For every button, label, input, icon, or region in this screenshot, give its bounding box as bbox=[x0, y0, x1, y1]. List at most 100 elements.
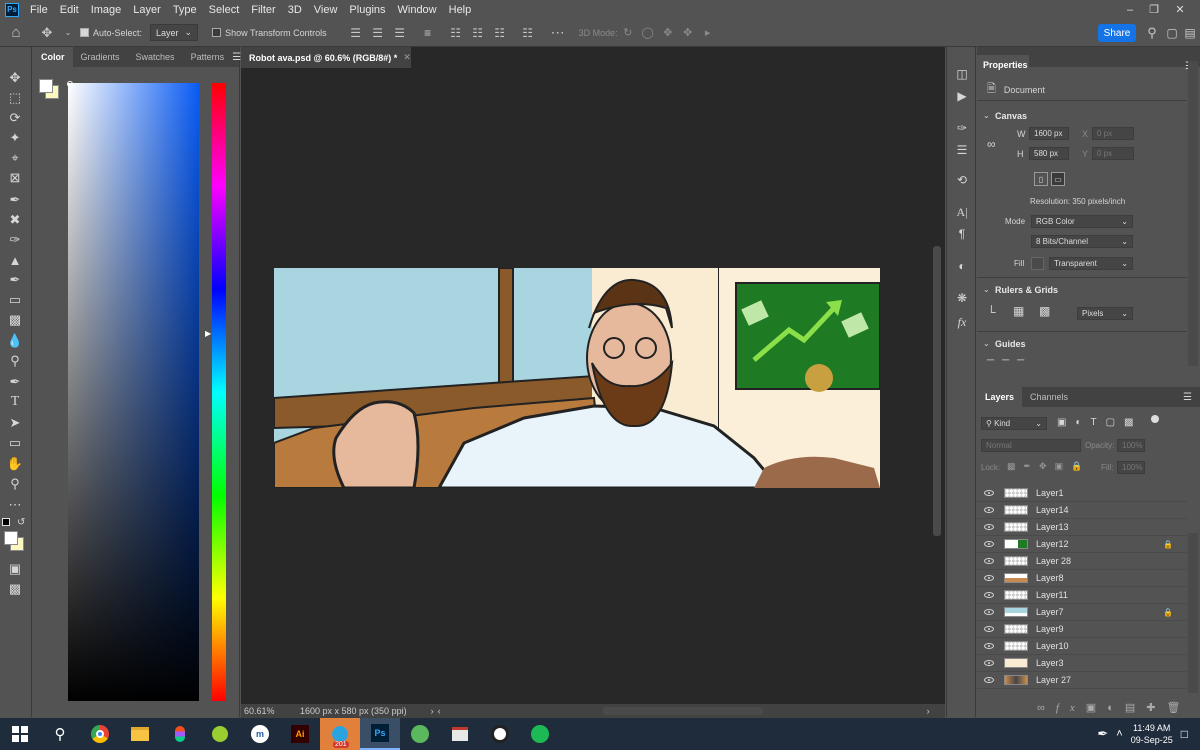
layer-row[interactable]: Layer8 bbox=[977, 570, 1187, 587]
search-icon[interactable]: ⚲ bbox=[1143, 24, 1161, 42]
tab-layers[interactable]: Layers bbox=[977, 387, 1023, 407]
figma-icon[interactable] bbox=[160, 718, 200, 750]
marquee-tool-icon[interactable]: ⬚ bbox=[4, 89, 26, 107]
menu-plugins[interactable]: Plugins bbox=[343, 4, 391, 16]
character-icon[interactable]: A| bbox=[952, 203, 972, 221]
tray-expand-icon[interactable]: ˄ bbox=[1116, 728, 1122, 740]
photoshop-taskbar-icon[interactable]: Ps bbox=[360, 718, 400, 750]
zoom-level[interactable]: 60.61% bbox=[244, 706, 284, 716]
app-green-icon[interactable] bbox=[400, 718, 440, 750]
lock-icons[interactable]: ▩✒✥▣🔒 bbox=[1007, 461, 1090, 472]
crop-tool-icon[interactable]: ⌖ bbox=[4, 149, 26, 167]
menu-filter[interactable]: Filter bbox=[245, 4, 281, 16]
mode-dropdown[interactable]: RGB Color ⌄ bbox=[1031, 215, 1133, 228]
tab-swatches[interactable]: Swatches bbox=[128, 47, 183, 67]
fill-dropdown[interactable]: Transparent ⌄ bbox=[1049, 257, 1133, 270]
search-icon[interactable]: ⚲ bbox=[40, 718, 80, 750]
scroll-right-icon[interactable]: › bbox=[927, 706, 930, 716]
vertical-scrollbar-thumb[interactable] bbox=[933, 246, 941, 536]
width-input[interactable]: 1600 px bbox=[1029, 127, 1069, 140]
xbox-icon[interactable] bbox=[480, 718, 520, 750]
lasso-tool-icon[interactable]: ⟳ bbox=[4, 109, 26, 127]
visibility-eye-icon[interactable] bbox=[984, 575, 994, 581]
screen-mode-icon[interactable]: ▩ bbox=[4, 580, 26, 598]
muse-icon[interactable]: m bbox=[240, 718, 280, 750]
dodge-tool-icon[interactable]: ⚲ bbox=[4, 352, 26, 370]
brush-tool-icon[interactable]: ✑ bbox=[4, 231, 26, 249]
magic-wand-tool-icon[interactable]: ✦ bbox=[4, 129, 26, 147]
zoom-tool-icon[interactable]: ⚲ bbox=[4, 475, 26, 493]
tab-color[interactable]: Color bbox=[33, 47, 73, 67]
app-store-icon[interactable] bbox=[440, 718, 480, 750]
align-bottom-icon[interactable]: ☷ bbox=[489, 26, 511, 40]
vertical-scrollbar[interactable] bbox=[930, 68, 944, 704]
units-dropdown[interactable]: Pixels ⌄ bbox=[1077, 307, 1133, 320]
layer-row[interactable]: Layer7 🔒 bbox=[977, 604, 1187, 621]
visibility-eye-icon[interactable] bbox=[984, 507, 994, 513]
eyedropper-tool-icon[interactable]: ✒ bbox=[4, 191, 26, 209]
type-tool-icon[interactable]: T bbox=[4, 393, 26, 411]
hand-tool-icon[interactable]: ✋ bbox=[4, 455, 26, 473]
workspace-icon[interactable]: ▢ bbox=[1163, 24, 1181, 42]
menu-3d[interactable]: 3D bbox=[282, 4, 308, 16]
layer-row[interactable]: Layer 27 bbox=[977, 672, 1187, 689]
visibility-eye-icon[interactable] bbox=[984, 490, 994, 496]
tab-channels[interactable]: Channels bbox=[1022, 387, 1076, 407]
distribute-vertical-icon[interactable]: ☷ bbox=[517, 26, 539, 40]
tab-properties[interactable]: Properties bbox=[977, 55, 1029, 75]
pen-icon[interactable]: ✒ bbox=[1097, 726, 1108, 742]
illustrator-icon[interactable]: Ai bbox=[280, 718, 320, 750]
menu-window[interactable]: Window bbox=[392, 4, 443, 16]
properties-scrollbar[interactable] bbox=[1188, 61, 1198, 366]
layer-row[interactable]: Layer14 bbox=[977, 502, 1187, 519]
layer-row[interactable]: Layer11 bbox=[977, 587, 1187, 604]
horizontal-scrollbar-thumb[interactable] bbox=[602, 707, 763, 715]
grid-icon[interactable]: ▦ bbox=[1013, 304, 1024, 318]
edit-toolbar-icon[interactable]: ⋯ bbox=[4, 496, 26, 514]
menu-layer[interactable]: Layer bbox=[127, 4, 167, 16]
healing-brush-tool-icon[interactable]: ✖ bbox=[4, 211, 26, 229]
gradient-tool-icon[interactable]: ▩ bbox=[4, 311, 26, 329]
visibility-eye-icon[interactable] bbox=[984, 609, 994, 615]
more-options-icon[interactable]: ⋯ bbox=[545, 24, 571, 41]
menu-help[interactable]: Help bbox=[443, 4, 478, 16]
swap-colors-icon[interactable]: ↺ bbox=[17, 517, 25, 528]
visibility-eye-icon[interactable] bbox=[984, 558, 994, 564]
align-middle-icon[interactable]: ☷ bbox=[467, 26, 489, 40]
transform-controls-checkbox[interactable] bbox=[212, 28, 222, 37]
clone-source-icon[interactable]: ⟲ bbox=[952, 171, 972, 189]
minimize-icon[interactable]: – bbox=[1118, 0, 1142, 19]
adjustments-icon[interactable]: ◐ bbox=[952, 257, 972, 275]
visibility-eye-icon[interactable] bbox=[984, 524, 994, 530]
layers-menu-icon[interactable]: ☰ bbox=[1183, 392, 1200, 403]
adjustments-sliders-icon[interactable]: ☰ bbox=[952, 141, 972, 159]
spotify-icon[interactable] bbox=[520, 718, 560, 750]
move-tool-icon[interactable]: ✥ bbox=[32, 25, 62, 41]
color-field[interactable] bbox=[68, 83, 199, 701]
close-icon[interactable]: ✕ bbox=[1168, 0, 1192, 19]
photoshop-logo-icon[interactable]: Ps bbox=[5, 2, 19, 17]
file-explorer-icon[interactable] bbox=[120, 718, 160, 750]
layer-actions-bar[interactable]: ∞fx▣◐▤✚🗑 bbox=[1037, 701, 1191, 714]
menu-image[interactable]: Image bbox=[85, 4, 128, 16]
hue-slider[interactable] bbox=[212, 83, 226, 701]
visibility-eye-icon[interactable] bbox=[984, 592, 994, 598]
visibility-eye-icon[interactable] bbox=[984, 626, 994, 632]
menu-view[interactable]: View bbox=[308, 4, 344, 16]
close-tab-icon[interactable]: ✕ bbox=[403, 52, 411, 63]
rectangle-tool-icon[interactable]: ▭ bbox=[4, 434, 26, 452]
menu-select[interactable]: Select bbox=[203, 4, 246, 16]
chrome-icon[interactable] bbox=[80, 718, 120, 750]
align-top-icon[interactable]: ☷ bbox=[445, 26, 467, 40]
frame-tool-icon[interactable]: ⊠ bbox=[4, 169, 26, 187]
menu-file[interactable]: File bbox=[24, 4, 54, 16]
history-brush-tool-icon[interactable]: ✒ bbox=[4, 271, 26, 289]
tab-patterns[interactable]: Patterns bbox=[183, 47, 233, 67]
home-icon[interactable]: ⌂ bbox=[0, 24, 32, 41]
quick-mask-icon[interactable]: ▣ bbox=[4, 560, 26, 578]
auto-select-dropdown[interactable]: Layer ⌄ bbox=[150, 24, 199, 41]
layer-row[interactable]: Layer3 bbox=[977, 655, 1187, 672]
color-fg-swatch[interactable] bbox=[39, 79, 53, 93]
layers-scrollbar[interactable] bbox=[1188, 533, 1198, 693]
arrange-icon[interactable]: ▤ bbox=[1181, 24, 1199, 42]
